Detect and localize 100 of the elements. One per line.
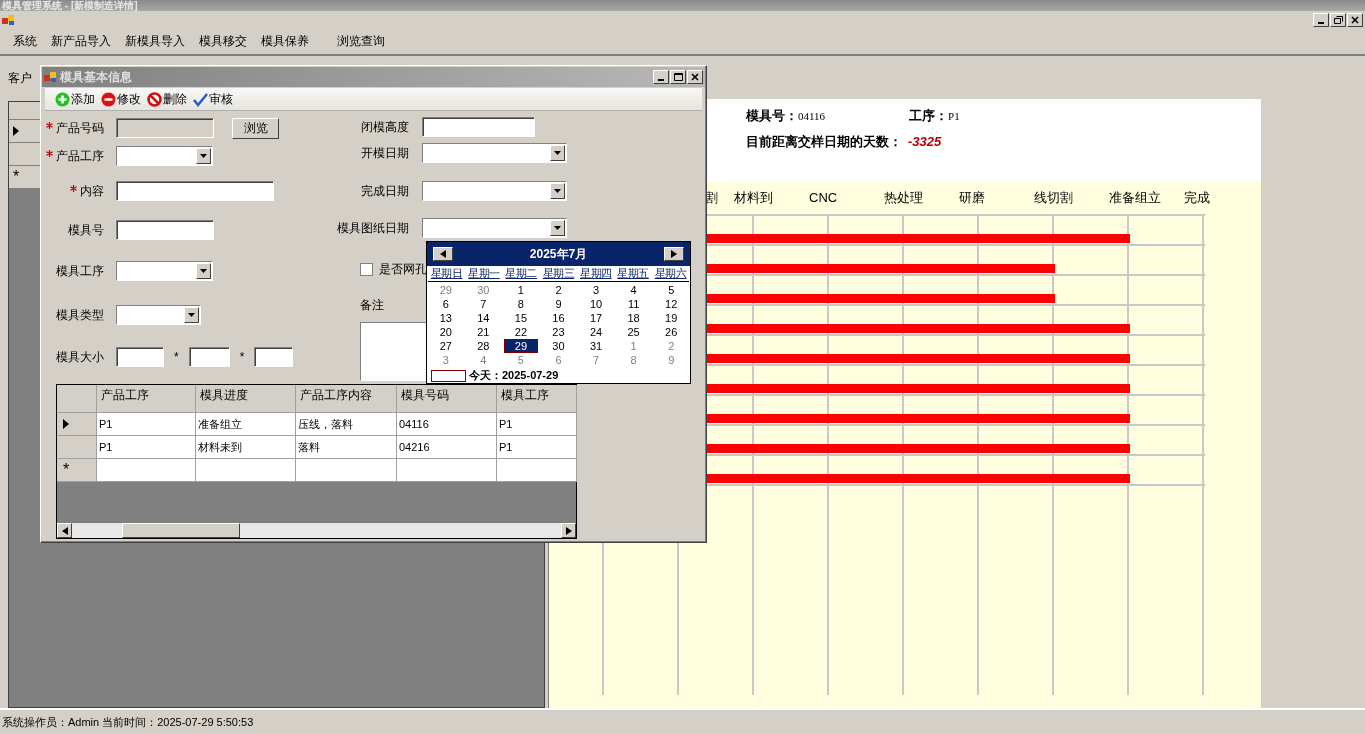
toolbar-button[interactable]: 修改 [101, 90, 141, 108]
calendar-day[interactable]: 23 [541, 325, 576, 339]
calendar-day[interactable]: 6 [429, 297, 463, 311]
calendar-day[interactable]: 12 [654, 297, 688, 311]
calendar-day[interactable]: 13 [429, 311, 463, 325]
menu-item[interactable]: 模具移交 [192, 33, 254, 50]
calendar-day[interactable]: 11 [616, 297, 651, 311]
dropdown-arrow-icon [188, 313, 195, 317]
calendar-day[interactable]: 28 [466, 339, 501, 353]
dialog-title: 模具基本信息 [60, 68, 132, 86]
calendar-day[interactable]: 7 [466, 297, 501, 311]
app-icon [44, 71, 57, 83]
toolbar-button[interactable]: 添加 [55, 90, 95, 108]
calendar-day[interactable]: 2 [654, 339, 688, 353]
minus-icon [101, 91, 116, 107]
calendar-day[interactable]: 19 [654, 311, 688, 325]
window-button[interactable] [1313, 13, 1329, 27]
calendar-day[interactable]: 29 [429, 283, 463, 297]
calendar-day[interactable]: 2 [541, 283, 576, 297]
combo-box[interactable] [116, 146, 213, 166]
text-field[interactable] [422, 117, 535, 137]
calendar-day[interactable]: 24 [579, 325, 613, 339]
date-picker[interactable] [422, 181, 567, 201]
calendar-day[interactable]: 30 [541, 339, 576, 353]
calendar-day[interactable]: 10 [579, 297, 613, 311]
calendar-day[interactable]: 18 [616, 311, 651, 325]
close-icon [1351, 16, 1359, 24]
window-button[interactable] [653, 70, 669, 84]
today-marker-icon [431, 369, 466, 382]
text-field[interactable] [116, 220, 214, 240]
text-field[interactable] [254, 347, 294, 367]
today-link[interactable]: 今天：2025-07-29 [469, 368, 559, 383]
process-label: 工序： [909, 107, 949, 125]
window-button[interactable] [1330, 13, 1346, 27]
calendar-day[interactable]: 5 [654, 283, 688, 297]
table-cell: 压线，落料 [296, 413, 397, 436]
dropdown-button[interactable] [550, 183, 565, 199]
window-button[interactable] [1347, 13, 1363, 27]
calendar-day[interactable]: 16 [541, 311, 576, 325]
calendar-day[interactable]: 6 [541, 353, 576, 367]
calendar-day[interactable]: 3 [579, 283, 613, 297]
calendar-day[interactable]: 4 [466, 353, 501, 367]
calendar-day[interactable]: 14 [466, 311, 501, 325]
previous-month-button[interactable] [433, 247, 453, 261]
calendar-day[interactable]: 5 [504, 353, 538, 367]
window-button[interactable] [670, 70, 686, 84]
calendar-day[interactable]: 30 [466, 283, 501, 297]
dropdown-button[interactable] [550, 145, 565, 161]
calendar-day[interactable]: 25 [616, 325, 651, 339]
menu-item[interactable]: 新模具导入 [118, 33, 192, 50]
stage-header: 割 [704, 188, 719, 207]
calendar-day[interactable]: 9 [654, 353, 688, 367]
calendar-day[interactable]: 26 [654, 325, 688, 339]
scroll-thumb[interactable] [122, 523, 240, 538]
toolbar-button[interactable]: 删除 [147, 90, 187, 108]
calendar-day[interactable]: 3 [429, 353, 463, 367]
window-title: 模具管理系统 - [新模制造详情] [2, 0, 138, 11]
calendar-day[interactable]: 7 [579, 353, 613, 367]
calendar-day[interactable]: 8 [504, 297, 538, 311]
calendar-day[interactable]: 22 [504, 325, 538, 339]
calendar-day[interactable]: 4 [616, 283, 651, 297]
dropdown-button[interactable] [196, 263, 211, 279]
combo-box[interactable] [116, 305, 201, 325]
menu-item[interactable]: 浏览查询 [330, 33, 392, 50]
table-cell: P1 [97, 436, 196, 459]
window-button[interactable] [687, 70, 703, 84]
table-cell: P1 [97, 413, 196, 436]
combo-box[interactable] [116, 261, 213, 281]
date-picker[interactable] [422, 218, 567, 238]
table-cell: 落料 [296, 436, 397, 459]
calendar-day[interactable]: 1 [616, 339, 651, 353]
right-arrow-icon [671, 250, 677, 258]
menu-item[interactable]: 系统 [6, 33, 44, 50]
calendar-day[interactable]: 8 [616, 353, 651, 367]
menu-item[interactable]: 新产品导入 [44, 33, 118, 50]
text-field[interactable] [116, 347, 164, 367]
calendar-day[interactable]: 9 [541, 297, 576, 311]
calendar-day[interactable]: 27 [429, 339, 463, 353]
times-sign: * [239, 350, 245, 364]
weekday-label: 星期二 [504, 266, 538, 281]
calendar-day[interactable]: 15 [504, 311, 538, 325]
calendar-day[interactable]: 17 [579, 311, 613, 325]
next-month-button[interactable] [664, 247, 684, 261]
horizontal-scrollbar[interactable] [57, 523, 576, 538]
calendar-day[interactable]: 1 [504, 283, 538, 297]
toolbar-button[interactable]: 审核 [193, 90, 233, 108]
dropdown-button[interactable] [550, 220, 565, 236]
dropdown-arrow-icon [554, 226, 561, 230]
calendar-day[interactable]: 29 [504, 339, 538, 353]
text-field[interactable] [116, 181, 274, 201]
menu-item[interactable]: 模具保养 [254, 33, 316, 50]
calendar-day[interactable]: 31 [579, 339, 613, 353]
date-picker[interactable] [422, 143, 567, 163]
calendar-day[interactable]: 20 [429, 325, 463, 339]
calendar-day[interactable]: 21 [466, 325, 501, 339]
text-field[interactable] [188, 347, 230, 367]
dropdown-button[interactable] [184, 307, 199, 323]
dropdown-button[interactable] [196, 148, 211, 164]
checkbox[interactable] [360, 262, 373, 276]
customer-label: 客户 [8, 70, 32, 87]
